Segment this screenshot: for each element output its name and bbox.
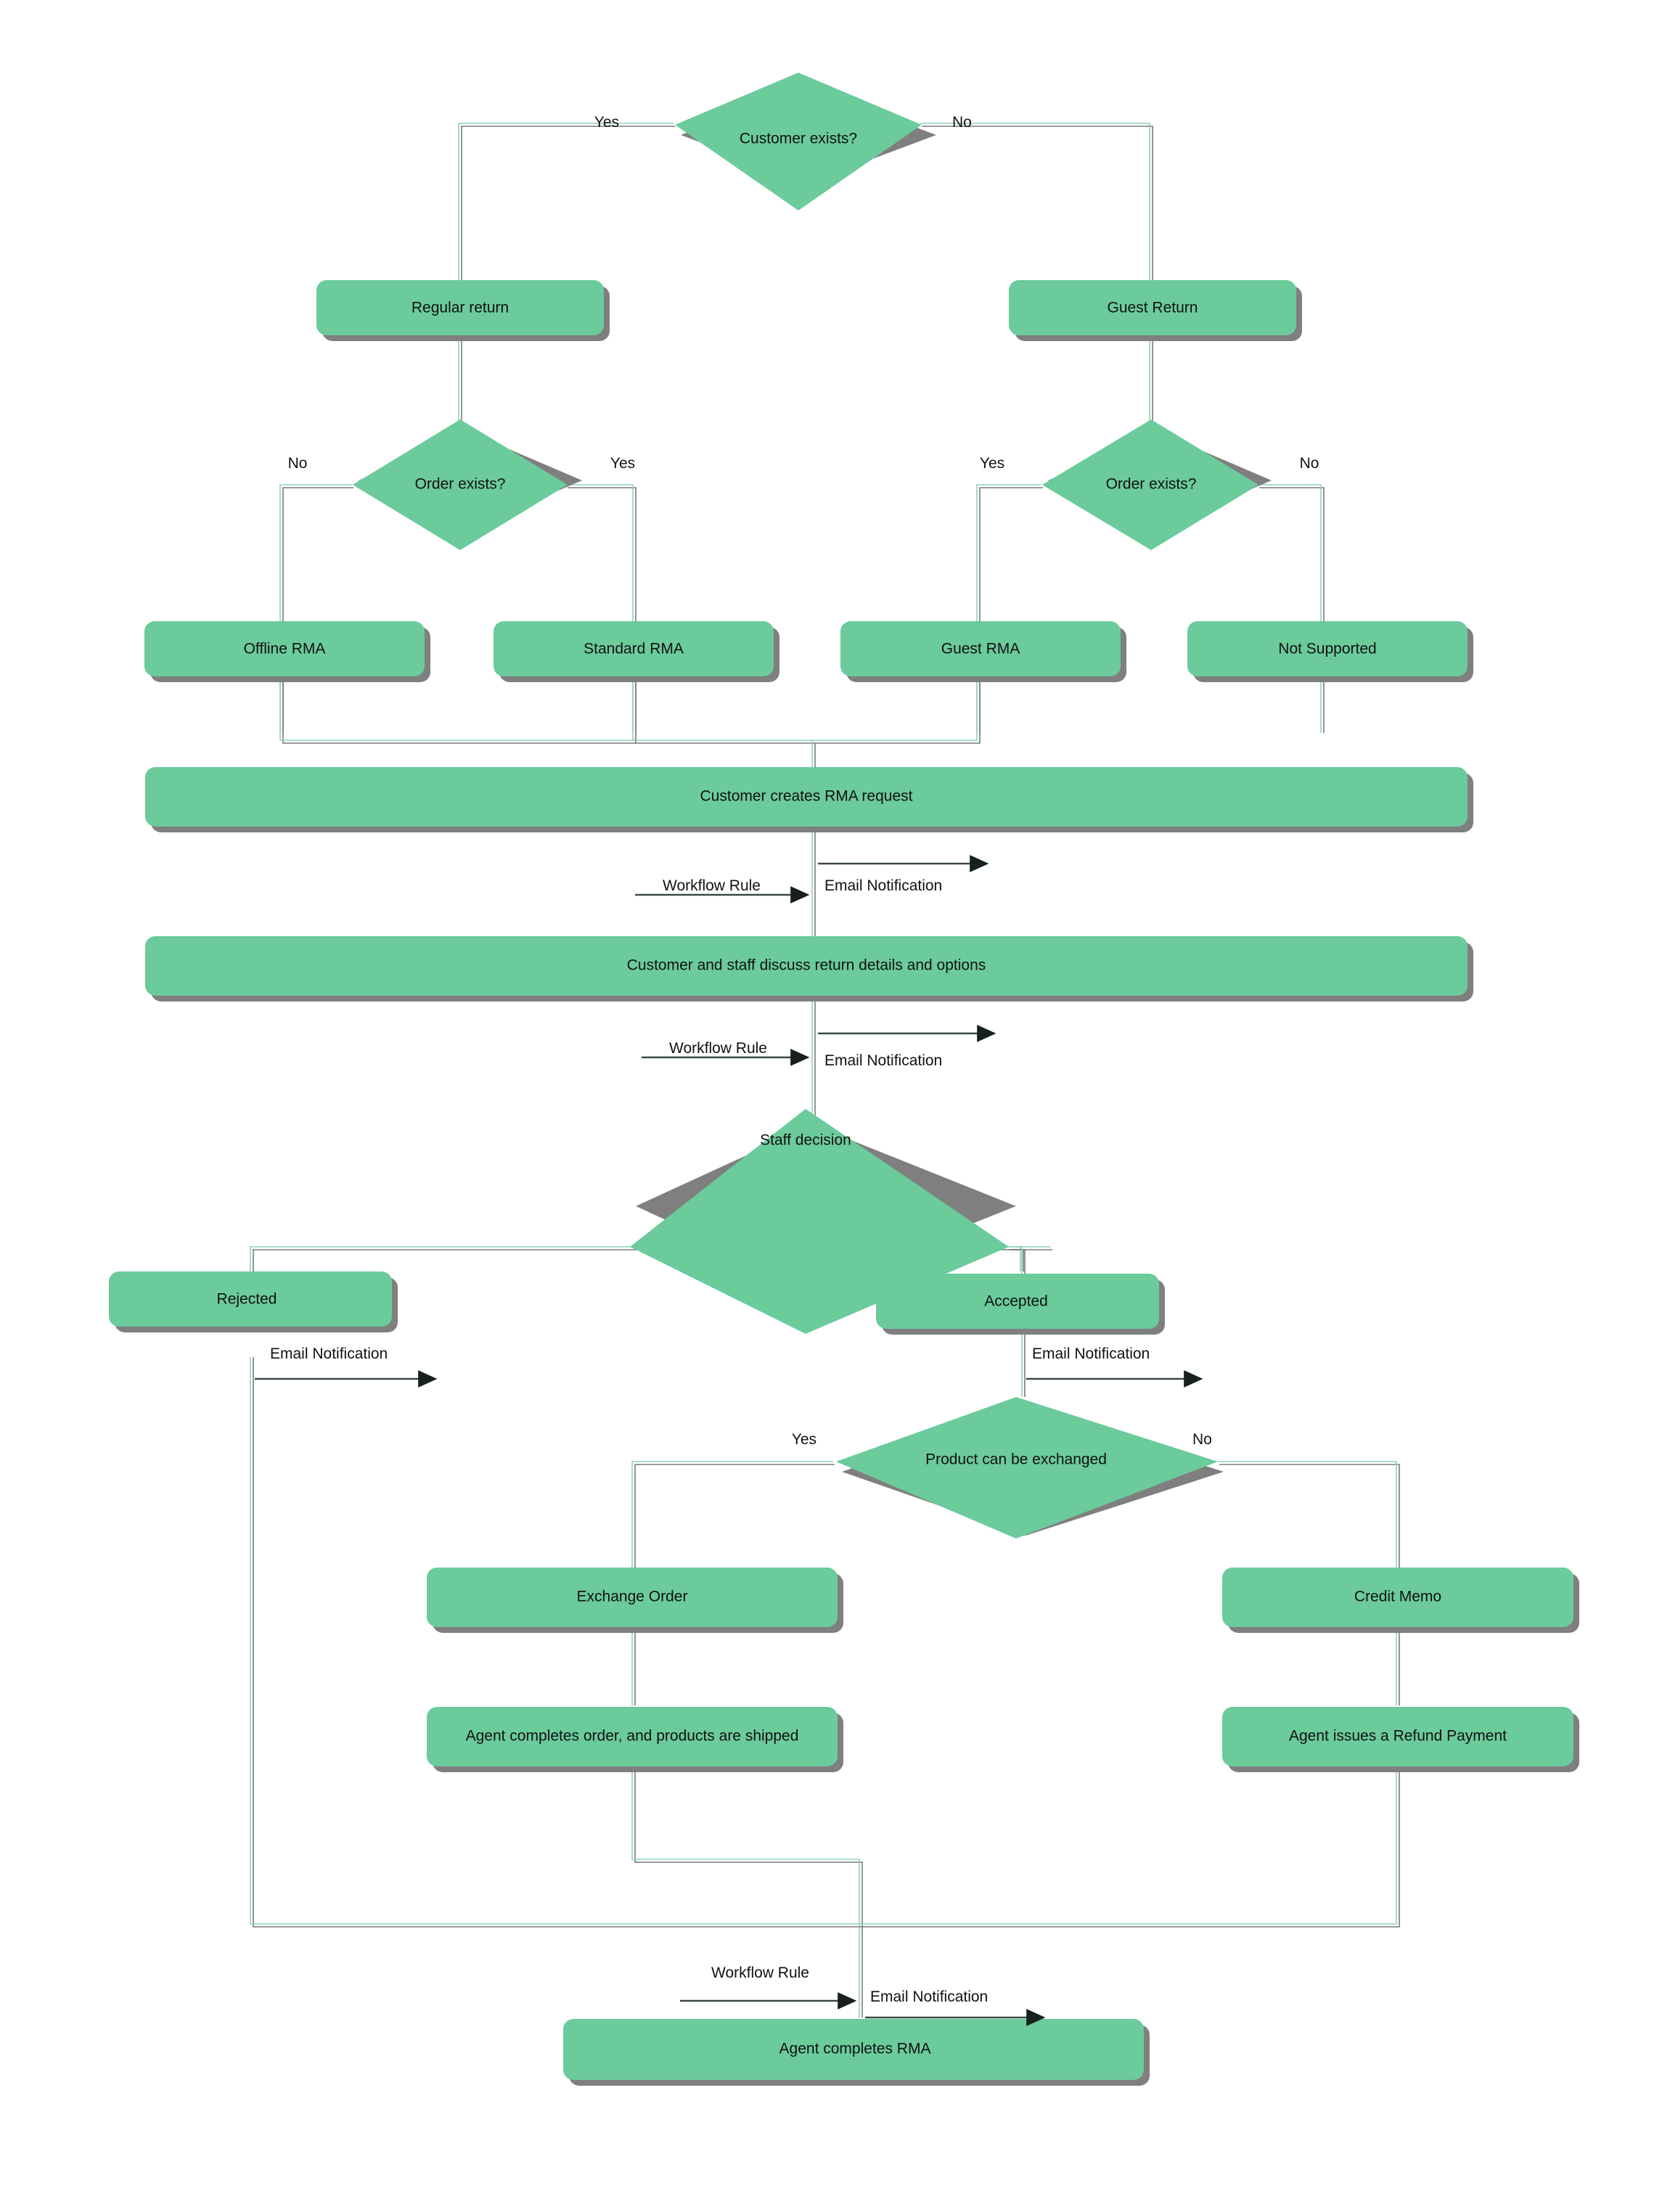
node-order-exists-right-label: Order exists? xyxy=(1106,476,1197,493)
node-refund-payment[interactable]: Agent issues a Refund Payment xyxy=(1222,1707,1579,1772)
edge-label-workflow-rule-1: Workflow Rule xyxy=(663,877,761,894)
edge-label-workflow-rule-2: Workflow Rule xyxy=(669,1040,767,1057)
edge-label-email-notification-rejected: Email Notification xyxy=(270,1345,388,1362)
edge-label-email-notification-2: Email Notification xyxy=(824,1052,942,1069)
node-completes-rma[interactable]: Agent completes RMA xyxy=(563,2019,1150,2086)
node-guest-return-label: Guest Return xyxy=(1108,300,1198,316)
node-offline-rma[interactable]: Offline RMA xyxy=(144,621,430,682)
node-guest-rma[interactable]: Guest RMA xyxy=(840,621,1126,682)
node-regular-return-label: Regular return xyxy=(412,300,509,316)
node-rejected[interactable]: Rejected xyxy=(109,1271,398,1332)
node-credit-memo[interactable]: Credit Memo xyxy=(1222,1568,1579,1633)
node-not-supported-label: Not Supported xyxy=(1278,641,1376,658)
node-can-exchange-label: Product can be exchanged xyxy=(925,1451,1107,1468)
node-exchange-order-label: Exchange Order xyxy=(577,1589,688,1605)
node-discuss-details[interactable]: Customer and staff discuss return detail… xyxy=(145,936,1473,1001)
node-not-supported[interactable]: Not Supported xyxy=(1187,621,1473,682)
node-customer-exists-label: Customer exists? xyxy=(740,131,857,147)
node-rejected-label: Rejected xyxy=(217,1291,277,1308)
edge-label-workflow-rule-3: Workflow Rule xyxy=(711,1965,809,1981)
node-completes-order[interactable]: Agent completes order, and products are … xyxy=(427,1707,843,1772)
node-refund-payment-label: Agent issues a Refund Payment xyxy=(1289,1728,1507,1745)
edge-label-no-4: No xyxy=(1192,1431,1212,1448)
node-guest-rma-label: Guest RMA xyxy=(941,641,1020,658)
edge-label-yes-3: Yes xyxy=(980,455,1004,472)
node-standard-rma[interactable]: Standard RMA xyxy=(494,621,779,682)
node-order-exists-right[interactable]: Order exists? xyxy=(1042,419,1272,550)
node-creates-request[interactable]: Customer creates RMA request xyxy=(145,767,1473,832)
node-accepted[interactable]: Accepted xyxy=(876,1274,1165,1335)
edge-label-yes-1: Yes xyxy=(594,114,619,131)
node-completes-order-label: Agent completes order, and products are … xyxy=(466,1728,799,1745)
edge-label-yes-4: Yes xyxy=(792,1431,817,1448)
node-offline-rma-label: Offline RMA xyxy=(244,641,326,658)
flowchart-canvas: Customer exists? Regular return Guest Re… xyxy=(0,0,1678,2212)
node-credit-memo-label: Credit Memo xyxy=(1354,1589,1441,1605)
node-standard-rma-label: Standard RMA xyxy=(584,641,684,658)
node-completes-rma-label: Agent completes RMA xyxy=(779,2041,931,2057)
node-creates-request-label: Customer creates RMA request xyxy=(700,788,913,805)
edge-label-email-notification-1: Email Notification xyxy=(824,877,942,894)
node-customer-exists[interactable]: Customer exists? xyxy=(675,73,936,210)
node-order-exists-left[interactable]: Order exists? xyxy=(353,419,582,550)
node-discuss-details-label: Customer and staff discuss return detail… xyxy=(627,957,986,974)
edge-label-no-1: No xyxy=(952,114,972,131)
edge-label-no-2: No xyxy=(288,455,308,472)
node-can-exchange[interactable]: Product can be exchanged xyxy=(836,1397,1224,1539)
node-order-exists-left-label: Order exists? xyxy=(415,476,506,493)
node-exchange-order[interactable]: Exchange Order xyxy=(427,1568,843,1633)
node-guest-return[interactable]: Guest Return xyxy=(1009,280,1302,341)
flowchart-svg: Customer exists? Regular return Guest Re… xyxy=(109,73,1579,2086)
node-staff-decision-label: Staff decision xyxy=(760,1132,851,1149)
edge-label-email-notification-accepted: Email Notification xyxy=(1032,1345,1150,1362)
edge-label-yes-2: Yes xyxy=(610,455,635,472)
node-regular-return[interactable]: Regular return xyxy=(316,280,610,341)
edge-label-no-3: No xyxy=(1300,455,1319,472)
edge-label-email-notification-3: Email Notification xyxy=(870,1988,988,2005)
node-accepted-label: Accepted xyxy=(984,1293,1048,1310)
